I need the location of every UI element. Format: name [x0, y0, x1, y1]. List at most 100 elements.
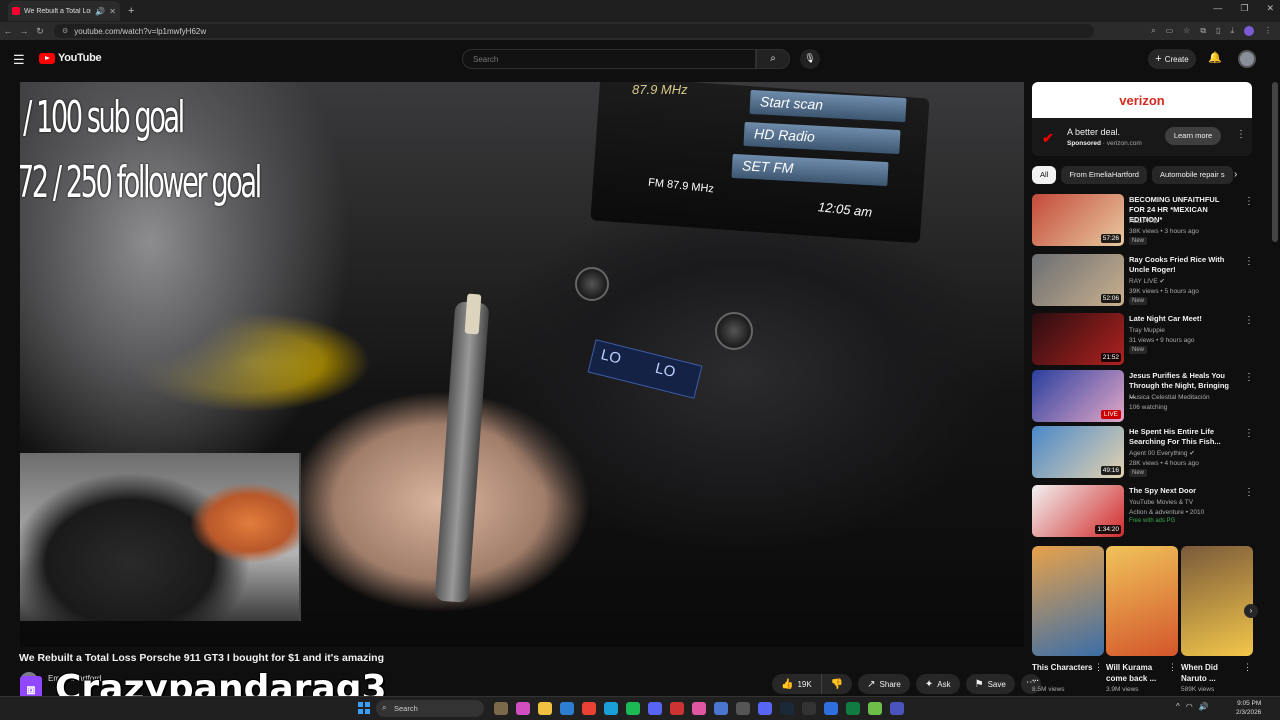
recommendation-options-icon[interactable]: ⋮ [1244, 315, 1254, 326]
sidebar-icon[interactable]: ▯ [1216, 26, 1220, 36]
video-thumbnail[interactable]: LIVE [1032, 370, 1124, 422]
app-icon-gray[interactable] [736, 702, 750, 715]
hamburger-menu-icon[interactable]: ☰ [13, 52, 25, 68]
extensions-icon[interactable]: ⧉ [1200, 26, 1206, 36]
recommendation-item[interactable]: 57:26 BECOMING UNFAITHFUL FOR 24 HR *MEXI… [1032, 194, 1254, 248]
store-icon[interactable] [560, 702, 574, 715]
recommendation-options-icon[interactable]: ⋮ [1244, 196, 1254, 207]
browser-menu-icon[interactable]: ⋮ [1264, 26, 1272, 36]
page-scrollbar[interactable] [1272, 82, 1278, 242]
short-options-icon[interactable]: ⋮ [1243, 662, 1252, 673]
video-thumbnail[interactable]: 57:26 [1032, 194, 1124, 246]
chip-from-channel[interactable]: From EmeliaHartford [1061, 166, 1147, 184]
short-title[interactable]: When Did Naruto ... [1181, 662, 1245, 684]
create-button[interactable]: + Create [1148, 49, 1196, 69]
zoom-icon[interactable]: ⌕ [1151, 26, 1155, 36]
downloads-icon[interactable]: ⤓ [1230, 26, 1234, 36]
recommendation-channel[interactable]: Musica Celestial Meditación [1129, 393, 1239, 402]
app-icon-blue[interactable] [714, 702, 728, 715]
learn-more-button[interactable]: Learn more [1165, 127, 1221, 145]
volume-icon[interactable]: 🔊 [1199, 702, 1209, 711]
video-player[interactable]: 87.9 MHz Start scan HD Radio SET FM FM 8… [20, 82, 1024, 647]
excel-icon[interactable] [846, 702, 860, 715]
recommendation-item[interactable]: LIVE Jesus Purifies & Heals You Through t… [1032, 370, 1254, 424]
recommendation-item[interactable]: 52:06 Ray Cooks Fried Rice With Uncle Rog… [1032, 254, 1254, 308]
chevron-right-icon[interactable]: › [1234, 169, 1237, 180]
short-thumbnail[interactable] [1032, 546, 1104, 656]
profile-icon[interactable] [1244, 26, 1254, 36]
short-title[interactable]: This Characters ... [1032, 662, 1096, 684]
k-app-icon[interactable] [802, 702, 816, 715]
forward-icon[interactable]: → [16, 26, 32, 36]
taskbar-search[interactable]: ⌕ Search [376, 700, 484, 717]
close-window-icon[interactable]: ✕ [1266, 3, 1274, 14]
xbox-icon[interactable] [868, 702, 882, 715]
ad-options-icon[interactable]: ⋮ [1236, 129, 1246, 140]
minimize-icon[interactable]: — [1213, 3, 1222, 14]
video-thumbnail[interactable]: 21:52 [1032, 313, 1124, 365]
browser-tab[interactable]: We Rebuilt a Total Loss Porsc 🔊 ✕ [8, 1, 120, 21]
wifi-icon[interactable]: ◠ [1186, 702, 1193, 711]
notifications-bell-icon[interactable]: 🔔 [1208, 51, 1222, 64]
cast-icon[interactable]: ▭ [1166, 26, 1174, 36]
chip-all[interactable]: All [1032, 166, 1057, 184]
recommendation-channel[interactable]: Tray Muppie [1129, 326, 1239, 335]
maximize-icon[interactable]: ❐ [1240, 3, 1248, 14]
spotify-icon[interactable] [626, 702, 640, 715]
recommendation-options-icon[interactable]: ⋮ [1244, 428, 1254, 439]
teams-icon[interactable] [890, 702, 904, 715]
short-title[interactable]: Will Kurama come back ... [1106, 662, 1170, 684]
recommendation-options-icon[interactable]: ⋮ [1244, 372, 1254, 383]
recommendation-title[interactable]: He Spent His Entire Life Searching For T… [1129, 427, 1237, 447]
chip-automobile-repair[interactable]: Automobile repair s [1151, 166, 1233, 184]
recommendation-channel[interactable]: YouTube Movies & TV [1129, 498, 1239, 507]
app-icon-red[interactable] [670, 702, 684, 715]
url-field[interactable]: ⚙ youtube.com/watch?v=lp1mwfyH62w [54, 24, 1094, 38]
recommendation-title[interactable]: The Spy Next Door [1129, 486, 1237, 496]
app-icon-blue-2[interactable] [824, 702, 838, 715]
save-button[interactable]: ⚑ Save [965, 674, 1015, 694]
edge-icon[interactable] [604, 702, 618, 715]
youtube-logo[interactable]: YouTube [39, 52, 102, 64]
app-icon-pink[interactable] [692, 702, 706, 715]
shorts-next-icon[interactable]: › [1244, 604, 1258, 618]
windows-start-icon[interactable] [358, 702, 370, 714]
recommendation-item[interactable]: 1:34:20 The Spy Next Door YouTube Movies &… [1032, 485, 1254, 539]
recommendation-channel[interactable]: FELIPITO [1129, 217, 1239, 226]
search-input[interactable]: Search [462, 49, 756, 69]
widgets-icon[interactable] [494, 702, 508, 715]
recommendation-channel[interactable]: RAY LIVE ✔ [1129, 277, 1239, 286]
taskbar-clock[interactable]: 9:05 PM 2/3/2026 [1236, 699, 1261, 717]
ask-button[interactable]: ✦ Ask [915, 674, 960, 694]
recommendation-item[interactable]: 49:16 He Spent His Entire Life Searching … [1032, 426, 1254, 480]
short-options-icon[interactable]: ⋮ [1094, 662, 1103, 673]
recommendation-options-icon[interactable]: ⋮ [1244, 487, 1254, 498]
site-info-icon[interactable]: ⚙ [62, 27, 68, 35]
dislike-button[interactable]: 👎 [821, 674, 853, 694]
steam-icon[interactable] [780, 702, 794, 715]
new-tab-button[interactable]: + [128, 5, 134, 17]
back-icon[interactable]: ← [0, 26, 16, 36]
sponsored-ad[interactable]: verizon ✔ A better deal. Sponsored · ver… [1032, 82, 1252, 156]
recommendation-item[interactable]: 21:52 Late Night Car Meet! Tray Muppie 31 v… [1032, 313, 1254, 367]
video-thumbnail[interactable]: 52:06 [1032, 254, 1124, 306]
chrome-icon[interactable] [582, 702, 596, 715]
share-button[interactable]: ↗ Share [858, 674, 910, 694]
voice-search-button[interactable]: 🎙 [800, 49, 820, 69]
recommendation-title[interactable]: Ray Cooks Fried Rice With Uncle Roger! [1129, 255, 1237, 275]
like-button[interactable]: 👍 19K [772, 674, 822, 694]
short-thumbnail[interactable] [1181, 546, 1253, 656]
ad-banner[interactable]: verizon [1032, 82, 1252, 118]
bookmark-star-icon[interactable]: ☆ [1183, 26, 1190, 36]
close-tab-icon[interactable]: ✕ [109, 7, 116, 16]
copilot-icon[interactable] [516, 702, 530, 715]
short-options-icon[interactable]: ⋮ [1168, 662, 1177, 673]
recommendation-title[interactable]: Late Night Car Meet! [1129, 314, 1237, 324]
file-explorer-icon[interactable] [538, 702, 552, 715]
account-avatar[interactable] [1238, 50, 1256, 68]
discord-icon[interactable] [648, 702, 662, 715]
reload-icon[interactable]: ↻ [32, 26, 48, 37]
search-button[interactable]: ⌕ [756, 49, 790, 69]
video-thumbnail[interactable]: 1:34:20 [1032, 485, 1124, 537]
recommendation-channel[interactable]: Agent 00 Everything ✔ [1129, 449, 1239, 458]
